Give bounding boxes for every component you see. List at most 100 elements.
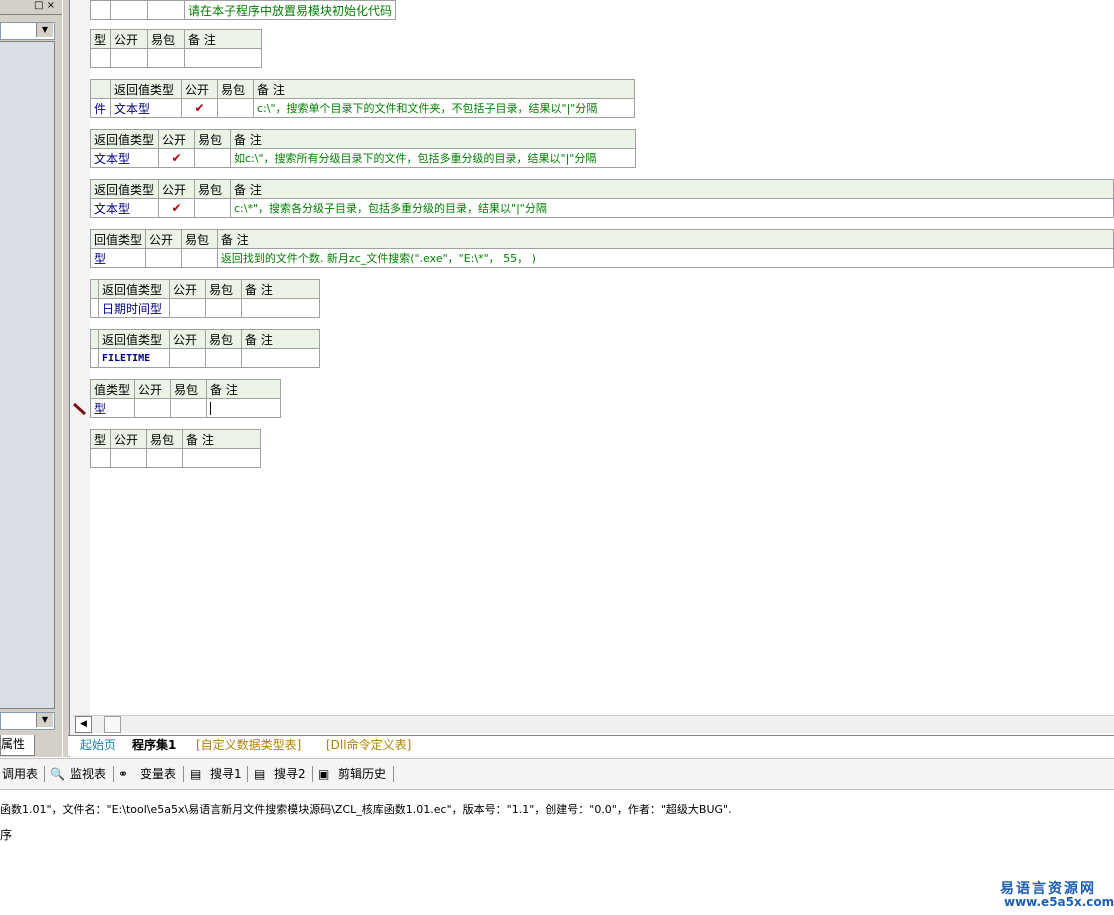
- code-table: 请在本子程序中放置易模块初始化代码: [90, 0, 397, 20]
- header-cell: 备 注: [230, 129, 636, 149]
- scroll-thumb[interactable]: [104, 716, 121, 733]
- easy-package-cell[interactable]: [194, 198, 231, 218]
- comment-cell[interactable]: 请在本子程序中放置易模块初始化代码: [183, 0, 397, 20]
- header-cell: 备 注: [230, 179, 1114, 199]
- code-table: 回值类型 公开 易包备 注 型 返回找到的文件个数. 新月zc_文件搜索(".exe"…: [89, 229, 1114, 268]
- editor-gutter: [70, 0, 90, 735]
- easy-package-cell[interactable]: [217, 98, 254, 118]
- return-type-cell[interactable]: 型: [90, 398, 135, 418]
- code-table: 返回值类型 公开 易包备 注 文本型 ✔ c:\*"，搜索各分级子目录，包括多重分级的目…: [90, 179, 1114, 218]
- code-table: 返回值类型 公开 易包备 注 件文本型 ✔ c:\"，搜索单个目录下的文件和文件夹，不包…: [90, 79, 635, 118]
- comment-cell[interactable]: 返回找到的文件个数. 新月zc_文件搜索(".exe"，"E:\*"， 55， …: [216, 248, 1114, 268]
- return-type-cell[interactable]: 文本型: [90, 148, 159, 168]
- separator: [247, 766, 248, 782]
- watch-table-button[interactable]: 监视表: [70, 766, 106, 782]
- header-cell: 备 注: [216, 229, 1114, 249]
- tab-properties[interactable]: 属性: [0, 735, 35, 756]
- comment-cell[interactable]: [182, 448, 261, 468]
- header-cell: 易包: [147, 29, 185, 49]
- comment-cell[interactable]: c:\*"，搜索各分级子目录，包括多重分级的目录，结果以"|"分隔: [230, 198, 1114, 218]
- header-cell: 易包: [170, 379, 207, 399]
- separator: [183, 766, 184, 782]
- header-cell: 公开: [110, 29, 148, 49]
- code-table: 型公开 易包备 注: [90, 29, 262, 68]
- chevron-down-icon[interactable]: ▼: [36, 713, 53, 727]
- return-type-cell[interactable]: 文本型: [90, 198, 159, 218]
- header-cell: 型: [90, 429, 111, 449]
- header-cell: 公开: [110, 429, 147, 449]
- name-cell[interactable]: 件: [90, 98, 111, 118]
- variables-icon[interactable]: ⚭: [118, 766, 128, 782]
- name-cell[interactable]: [90, 348, 99, 368]
- header-cell: 返回值类型: [90, 179, 159, 199]
- return-type-cell[interactable]: 型: [89, 248, 147, 268]
- window-buttons[interactable]: □ ×: [34, 0, 62, 13]
- easy-package-cell[interactable]: [205, 298, 242, 318]
- header-cell: 备 注: [253, 79, 635, 99]
- return-type-cell[interactable]: 文本型: [110, 98, 182, 118]
- find-icon[interactable]: ▤: [254, 766, 265, 782]
- header-cell: 易包: [180, 229, 218, 249]
- public-cell[interactable]: [145, 248, 182, 268]
- easy-package-cell[interactable]: [205, 348, 242, 368]
- edit-pen-icon: [72, 402, 88, 416]
- call-table-button[interactable]: 调用表: [2, 766, 38, 782]
- return-type-cell[interactable]: FILETIME: [98, 348, 170, 368]
- header-cell: 备 注: [184, 29, 262, 49]
- header-cell: 备 注: [241, 279, 320, 299]
- separator: [113, 766, 114, 782]
- header-cell: 返回值类型: [98, 329, 170, 349]
- header-cell: 公开: [181, 79, 218, 99]
- public-cell[interactable]: [169, 298, 206, 318]
- header-cell: 易包: [205, 279, 242, 299]
- header-cell: 公开: [158, 129, 195, 149]
- watermark-url: www.e5a5x.com: [1004, 895, 1114, 909]
- name-cell[interactable]: [90, 298, 99, 318]
- comment-cell[interactable]: [241, 348, 320, 368]
- code-table: 值类型 公开 易包备 注 型: [90, 379, 281, 418]
- horizontal-scrollbar[interactable]: [73, 715, 1114, 733]
- tab-program-set[interactable]: 程序集1: [126, 737, 182, 754]
- find-icon[interactable]: ▤: [190, 766, 201, 782]
- comment-cell[interactable]: c:\"，搜索单个目录下的文件和文件夹，不包括子目录，结果以"|"分隔: [253, 98, 635, 118]
- check-icon[interactable]: ✔: [158, 148, 195, 168]
- code-table: 返回值类型 公开 易包备 注 FILETIME: [90, 329, 320, 368]
- separator: [44, 766, 45, 782]
- check-icon[interactable]: ✔: [158, 198, 195, 218]
- variable-table-button[interactable]: 变量表: [140, 766, 176, 782]
- search2-button[interactable]: 搜寻2: [274, 766, 306, 782]
- comment-input[interactable]: [206, 398, 281, 418]
- header-cell: 公开: [158, 179, 195, 199]
- header-cell: 返回值类型: [90, 129, 159, 149]
- comment-cell[interactable]: [241, 298, 320, 318]
- easy-package-cell[interactable]: [180, 248, 218, 268]
- header-cell: 回值类型: [89, 229, 147, 249]
- splitter[interactable]: [62, 0, 70, 757]
- tab-start-page[interactable]: 起始页: [74, 737, 122, 754]
- tab-dll-commands[interactable]: [Dll命令定义表]: [320, 737, 417, 754]
- header-cell: 易包: [194, 179, 231, 199]
- clip-history-button[interactable]: 剪辑历史: [338, 766, 386, 782]
- tab-custom-types[interactable]: [自定义数据类型表]: [190, 737, 307, 754]
- text-caret: [210, 402, 211, 415]
- separator: [393, 766, 394, 782]
- separator: [312, 766, 313, 782]
- clipboard-icon[interactable]: ▣: [318, 766, 329, 782]
- header-cell: 公开: [145, 229, 182, 249]
- check-icon[interactable]: ✔: [181, 98, 218, 118]
- comment-cell[interactable]: 如c:\"，搜索所有分级目录下的文件，包括多重分级的目录，结果以"|"分隔: [230, 148, 636, 168]
- easy-package-cell[interactable]: [194, 148, 231, 168]
- comment-cell[interactable]: [184, 48, 262, 68]
- public-cell[interactable]: [169, 348, 206, 368]
- scroll-left-icon[interactable]: ◀: [75, 716, 92, 733]
- property-list[interactable]: [0, 41, 55, 709]
- header-cell: [90, 329, 99, 349]
- header-cell: 返回值类型: [110, 79, 182, 99]
- easy-package-cell[interactable]: [170, 398, 207, 418]
- chevron-down-icon[interactable]: ▼: [36, 23, 53, 37]
- code-table: 返回值类型 公开 易包备 注 文本型 ✔ 如c:\"，搜索所有分级目录下的文件，包括多重…: [90, 129, 636, 168]
- return-type-cell[interactable]: 日期时间型: [98, 298, 170, 318]
- public-cell[interactable]: [134, 398, 171, 418]
- search-icon[interactable]: 🔍: [50, 766, 65, 782]
- search1-button[interactable]: 搜寻1: [210, 766, 242, 782]
